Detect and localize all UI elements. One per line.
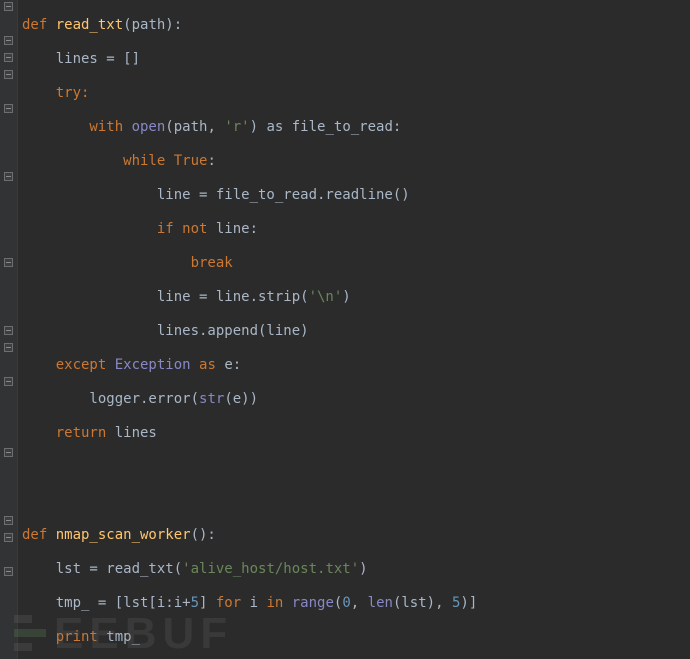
keyword: while	[22, 153, 174, 169]
params: (path):	[123, 17, 182, 33]
fold-icon[interactable]	[4, 516, 13, 525]
code-line: try:	[22, 85, 690, 102]
keyword: for	[216, 595, 250, 611]
fold-icon[interactable]	[4, 377, 13, 386]
blank-line	[22, 493, 690, 510]
keyword-def: def	[22, 17, 56, 33]
code-line: line = line.strip('\n')	[22, 289, 690, 306]
keyword: except	[22, 357, 115, 373]
code-text: lines.append(line)	[22, 323, 309, 339]
fold-icon[interactable]	[4, 104, 13, 113]
code-text: ]	[199, 595, 216, 611]
code-text: i	[250, 595, 267, 611]
keyword-def: def	[22, 527, 56, 543]
string: 'alive_host/host.txt'	[182, 561, 359, 577]
function-name: read_txt	[56, 17, 123, 33]
code-line: def read_txt(path):	[22, 17, 690, 34]
code-text: e:	[224, 357, 241, 373]
builtin: len	[368, 595, 393, 611]
code-line: lst = read_txt('alive_host/host.txt')	[22, 561, 690, 578]
keyword: try:	[22, 85, 89, 101]
code-line: def nmap_scan_worker():	[22, 527, 690, 544]
string: '\n'	[309, 289, 343, 305]
code-text: tmp_	[106, 629, 140, 645]
code-line: line = file_to_read.readline()	[22, 187, 690, 204]
fold-icon[interactable]	[4, 567, 13, 576]
fold-icon[interactable]	[4, 533, 13, 542]
function-name: nmap_scan_worker	[56, 527, 191, 543]
code-line: tmp_ = [lst[i:i+5] for i in range(0, len…	[22, 595, 690, 612]
code-text: (lst),	[393, 595, 452, 611]
builtin: Exception	[115, 357, 199, 373]
code-editor[interactable]: def read_txt(path): lines = [] try: with…	[0, 0, 690, 659]
code-text: )	[359, 561, 367, 577]
builtin: str	[199, 391, 224, 407]
keyword: as	[199, 357, 224, 373]
fold-icon[interactable]	[4, 448, 13, 457]
code-text: :	[207, 153, 215, 169]
code-text: lines = []	[22, 51, 140, 67]
code-text: (path,	[165, 119, 224, 135]
builtin: open	[132, 119, 166, 135]
keyword: in	[266, 595, 291, 611]
code-line: break	[22, 255, 690, 272]
keyword: if not	[22, 221, 216, 237]
code-line: if not line:	[22, 221, 690, 238]
code-line: with open(path, 'r') as file_to_read:	[22, 119, 690, 136]
code-text: )]	[460, 595, 477, 611]
code-text: line = line.strip(	[22, 289, 309, 305]
fold-icon[interactable]	[4, 258, 13, 267]
number: 5	[191, 595, 199, 611]
code-line: lines.append(line)	[22, 323, 690, 340]
fold-icon[interactable]	[4, 70, 13, 79]
builtin: range	[292, 595, 334, 611]
code-text: )	[342, 289, 350, 305]
editor-gutter	[0, 0, 18, 659]
fold-icon[interactable]	[4, 343, 13, 352]
code-text: line:	[216, 221, 258, 237]
fold-icon[interactable]	[4, 2, 13, 11]
keyword: print	[22, 629, 106, 645]
code-line: except Exception as e:	[22, 357, 690, 374]
code-text: line = file_to_read.readline()	[22, 187, 410, 203]
code-text: logger.error(	[22, 391, 199, 407]
keyword: with	[22, 119, 132, 135]
params: ():	[191, 527, 216, 543]
blank-line	[22, 459, 690, 476]
code-line: lines = []	[22, 51, 690, 68]
fold-icon[interactable]	[4, 326, 13, 335]
string: 'r'	[224, 119, 249, 135]
code-text: lst = read_txt(	[22, 561, 182, 577]
code-text: lines	[115, 425, 157, 441]
code-line: logger.error(str(e))	[22, 391, 690, 408]
code-text: (e))	[224, 391, 258, 407]
code-text: ) as file_to_read:	[250, 119, 402, 135]
keyword: break	[22, 255, 233, 271]
code-line: return lines	[22, 425, 690, 442]
fold-icon[interactable]	[4, 172, 13, 181]
fold-icon[interactable]	[4, 36, 13, 45]
keyword: True	[174, 153, 208, 169]
keyword: return	[22, 425, 115, 441]
code-text: tmp_ = [lst[i:i+	[22, 595, 191, 611]
fold-icon[interactable]	[4, 53, 13, 62]
code-text: ,	[351, 595, 368, 611]
number: 0	[342, 595, 350, 611]
code-line: while True:	[22, 153, 690, 170]
code-line: print tmp_	[22, 629, 690, 646]
